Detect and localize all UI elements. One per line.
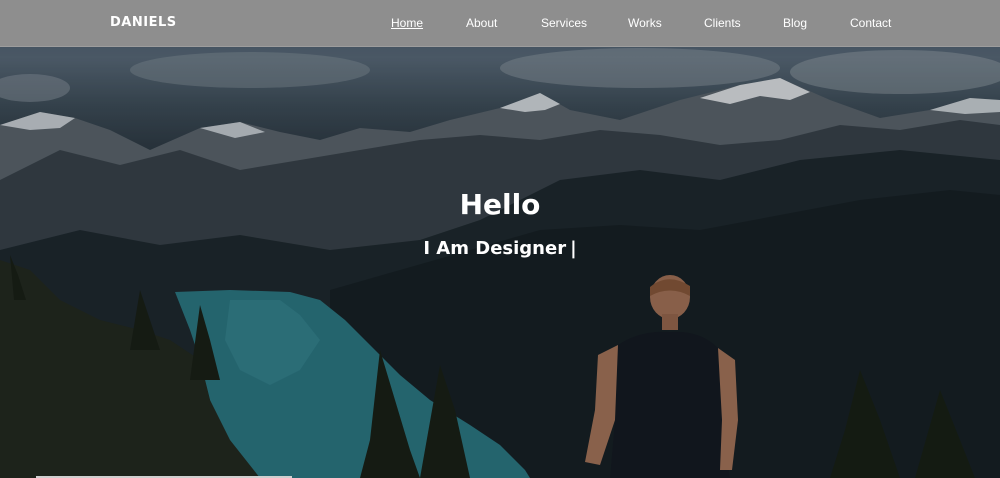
hero-heading: Hello <box>459 188 541 221</box>
hero-tagline: I Am Designer | <box>0 238 1000 259</box>
nav-link-services[interactable]: Services <box>541 16 587 30</box>
top-navbar: DANIELS Home About Services Works Client… <box>0 0 1000 47</box>
main-nav: Home About Services Works Clients Blog C… <box>0 0 1000 47</box>
nav-link-works[interactable]: Works <box>628 16 662 30</box>
nav-link-clients[interactable]: Clients <box>704 16 741 30</box>
typing-cursor: | <box>570 238 577 259</box>
nav-link-blog[interactable]: Blog <box>783 16 807 30</box>
nav-link-about[interactable]: About <box>466 16 497 30</box>
nav-link-contact[interactable]: Contact <box>850 16 891 30</box>
nav-link-home[interactable]: Home <box>391 16 423 30</box>
hero-tagline-text: I Am Designer <box>423 238 567 259</box>
